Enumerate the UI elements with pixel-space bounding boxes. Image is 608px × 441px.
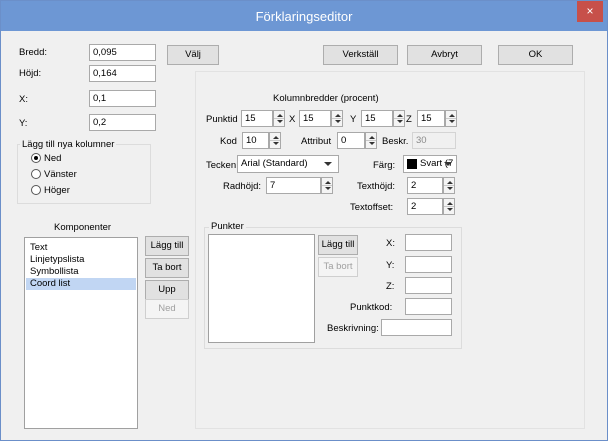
remove-point-button: Ta bort [318,257,358,277]
punktid-spinner[interactable] [273,110,285,127]
beskr-label: Beskr. [382,136,409,147]
points-title: Punkter [209,221,246,232]
radhojd-label: Radhöjd: [223,181,262,192]
attribut-label: Attribut [301,136,332,147]
ok-button[interactable]: OK [498,45,573,65]
attribut-spinner[interactable] [365,132,377,149]
kod-label: Kod [220,136,237,147]
new-columns-title: Lägg till nya kolumner [20,139,117,150]
col-x-spinner[interactable] [331,110,343,127]
components-list[interactable]: Text Linjetypslista Symbollista Coord li… [24,237,138,429]
beskrivning-input[interactable] [381,319,452,336]
attribut-input[interactable]: 0 [337,132,365,149]
window-title: Förklaringseditor [255,9,353,24]
add-point-button[interactable]: Lägg till [318,235,358,255]
verkstall-button[interactable]: Verkställ [323,45,398,65]
radio-vanster[interactable] [31,169,41,179]
move-down-button: Ned [145,299,189,319]
punktkod-label: Punktkod: [350,302,393,313]
radhojd-input[interactable]: 7 [266,177,321,194]
list-item[interactable]: Symbollista [26,266,136,278]
chevron-down-icon [324,162,332,166]
y-label: Y: [19,118,28,129]
punktid-input[interactable]: 15 [241,110,273,127]
farg-label: Färg: [373,160,396,171]
chevron-down-icon [444,162,452,166]
components-title: Komponenter [54,222,112,233]
add-component-button[interactable]: Lägg till [145,236,189,256]
legend-editor-window: Förklaringseditor × Bredd: 0,095 Höjd: 0… [0,0,608,441]
texthojd-label: Texthöjd: [357,181,396,192]
bredd-label: Bredd: [19,47,47,58]
texthojd-input[interactable]: 2 [407,177,443,194]
point-z-label: Z: [386,281,395,292]
move-up-button[interactable]: Upp [145,280,189,300]
radio-hoger[interactable] [31,185,41,195]
radhojd-spinner[interactable] [321,177,333,194]
texthojd-spinner[interactable] [443,177,455,194]
hojd-label: Höjd: [19,68,42,79]
x-input[interactable]: 0,1 [89,90,156,107]
tecken-label: Tecken: [206,160,239,171]
kod-spinner[interactable] [269,132,281,149]
list-item[interactable]: Text [26,242,136,254]
textoffset-label: Textoffset: [350,202,394,213]
col-z-spinner[interactable] [445,110,457,127]
bredd-input[interactable]: 0,095 [89,44,156,61]
list-item[interactable]: Linjetypslista [26,254,136,266]
title-bar[interactable]: Förklaringseditor × [1,1,607,31]
hojd-input[interactable]: 0,164 [89,65,156,82]
punktkod-input[interactable] [405,298,452,315]
beskrivning-label: Beskrivning: [327,323,379,334]
col-x-input[interactable]: 15 [299,110,331,127]
col-z-label: Z [406,114,412,125]
point-y-label: Y: [386,260,395,271]
points-list[interactable] [208,234,315,343]
color-combo[interactable]: Svart (7 [403,155,457,173]
avbryt-button[interactable]: Avbryt [407,45,482,65]
beskr-field: 30 [412,132,456,149]
col-x-label: X [289,114,296,125]
y-input[interactable]: 0,2 [89,114,156,131]
radio-ned[interactable] [31,153,41,163]
col-y-input[interactable]: 15 [361,110,393,127]
font-combo-value: Arial (Standard) [241,158,308,169]
radio-hoger-label[interactable]: Höger [44,185,70,196]
font-combo[interactable]: Arial (Standard) [237,155,339,173]
point-z-input[interactable] [405,277,452,294]
textoffset-input[interactable]: 2 [407,198,443,215]
valj-button[interactable]: Välj [167,45,219,65]
color-swatch [407,159,417,169]
punktid-label: Punktid [206,114,238,125]
point-x-label: X: [386,238,395,249]
x-label: X: [19,94,28,105]
col-y-label: Y [350,114,357,125]
textoffset-spinner[interactable] [443,198,455,215]
kod-input[interactable]: 10 [242,132,269,149]
col-y-spinner[interactable] [393,110,405,127]
remove-component-button[interactable]: Ta bort [145,258,189,278]
radio-ned-label[interactable]: Ned [44,153,61,164]
list-item[interactable]: Coord list [26,278,136,290]
column-widths-title: Kolumnbredder (procent) [273,93,379,104]
point-x-input[interactable] [405,234,452,251]
point-y-input[interactable] [405,256,452,273]
close-icon[interactable]: × [577,1,603,22]
radio-vanster-label[interactable]: Vänster [44,169,77,180]
col-z-input[interactable]: 15 [417,110,445,127]
